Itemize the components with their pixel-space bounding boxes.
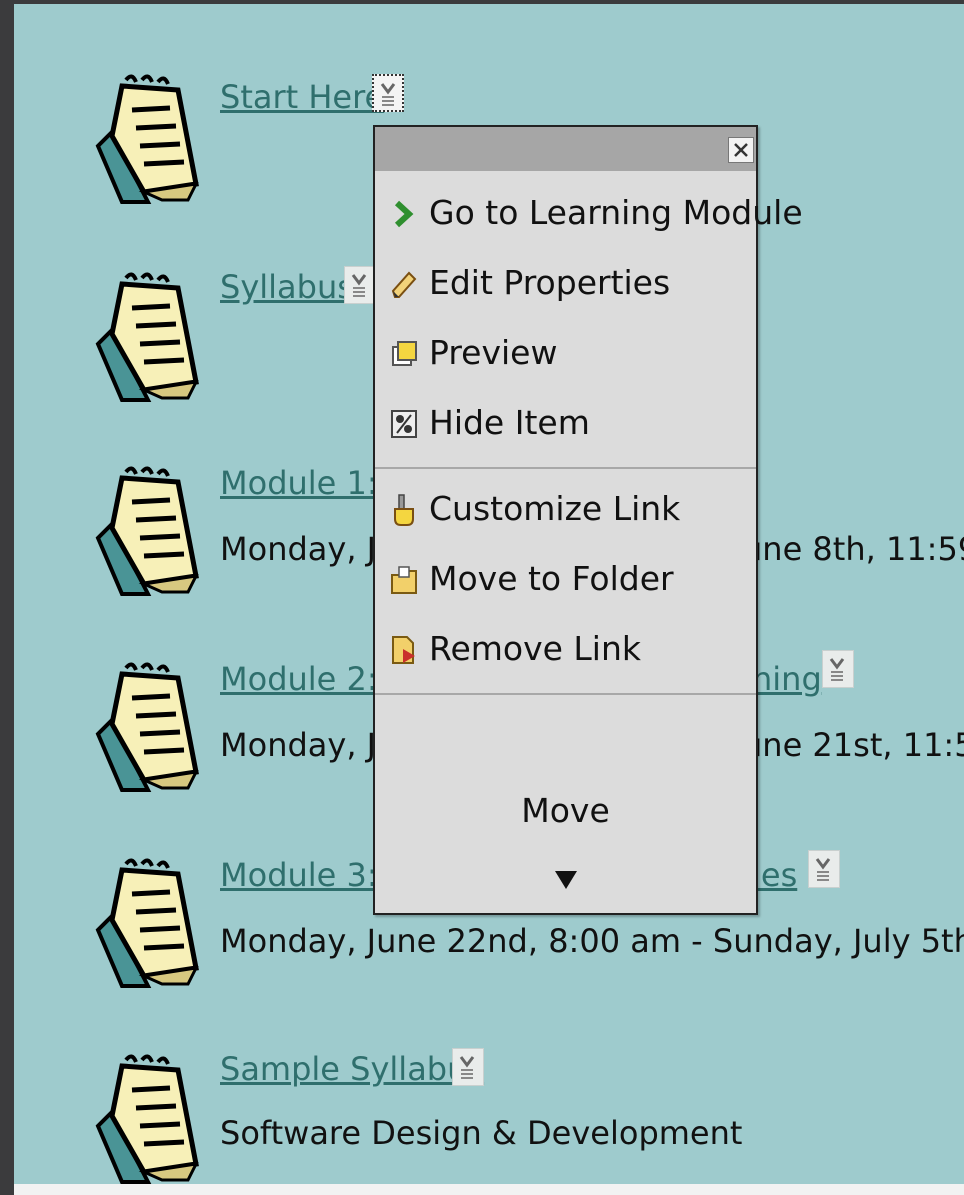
item-description: Monday, June 22nd, 8:00 am - Sunday, Jul… [220, 922, 964, 960]
folder-icon [391, 566, 417, 594]
green-arrow-icon [394, 200, 414, 228]
notepad-icon [95, 74, 199, 204]
menu-item-customize-link[interactable]: Customize Link [375, 479, 756, 541]
menu-item-go-to-learning-module[interactable]: Go to Learning Module [375, 183, 803, 245]
item-menu-chevron[interactable] [344, 266, 376, 304]
item-description: Software Design & Development [220, 1114, 743, 1152]
item-link-sample-syllabus[interactable]: Sample Syllabus [220, 1050, 484, 1088]
menu-item-preview[interactable]: Preview [375, 323, 756, 385]
preview-icon [392, 341, 417, 366]
item-description-tail: une 21st, 11:5 [742, 726, 964, 764]
content-frame: Start Here Syllabus Module 1: C Monday, … [14, 4, 964, 1184]
menu-item-remove-link[interactable]: Remove Link [375, 619, 756, 681]
notepad-icon [95, 662, 199, 792]
hide-item-icon [391, 410, 417, 438]
item-description: Monday, Ju [220, 530, 397, 568]
menu-item-label: Go to Learning Module [429, 193, 803, 232]
close-icon [734, 143, 748, 157]
item-menu-chevron[interactable] [808, 850, 840, 888]
menu-item-move-to-folder[interactable]: Move to Folder [375, 549, 756, 611]
bottom-strip [14, 1184, 964, 1195]
menu-item-label: Customize Link [429, 489, 681, 528]
notepad-icon [95, 272, 199, 402]
item-link-module-3-tail[interactable]: les [752, 856, 797, 894]
chevron-menu-icon [815, 858, 831, 881]
notepad-icon [95, 1054, 199, 1184]
menu-item-hide-item[interactable]: Hide Item [375, 393, 756, 455]
pencil-icon [391, 271, 417, 298]
item-menu-chevron[interactable] [372, 74, 404, 112]
notepad-icon [95, 466, 199, 596]
notepad-icon [95, 858, 199, 988]
down-arrow-icon[interactable] [553, 869, 579, 891]
item-menu-chevron[interactable] [452, 1048, 484, 1086]
menu-separator [375, 693, 756, 695]
context-menu-header [375, 127, 756, 171]
item-link-module-2-tail[interactable]: ning [752, 660, 822, 698]
chevron-menu-icon [829, 658, 845, 681]
menu-item-label: Edit Properties [429, 263, 671, 302]
chevron-menu-icon [459, 1056, 475, 1079]
item-link-start-here[interactable]: Start Here [220, 78, 384, 116]
item-link-module-2[interactable]: Module 2: I [220, 660, 397, 698]
remove-link-icon [392, 636, 415, 664]
menu-item-label: Hide Item [429, 403, 590, 442]
menu-item-label: Remove Link [429, 629, 641, 668]
context-menu: Go to Learning Module Edit Properties Pr… [373, 125, 803, 915]
chevron-menu-icon [351, 274, 367, 297]
menu-separator [375, 467, 756, 469]
close-button[interactable] [728, 137, 754, 163]
customize-hand-icon [394, 494, 414, 526]
item-description-tail: une 8th, 11:59 [742, 530, 964, 568]
menu-item-label: Move to Folder [429, 559, 674, 598]
item-menu-chevron[interactable] [822, 650, 854, 688]
item-link-syllabus[interactable]: Syllabus [220, 268, 354, 306]
move-button[interactable]: Move [375, 791, 756, 830]
chevron-menu-icon [380, 83, 396, 106]
menu-item-edit-properties[interactable]: Edit Properties [375, 253, 756, 315]
item-description: Monday, Ju [220, 726, 397, 764]
menu-item-label: Preview [429, 333, 558, 372]
